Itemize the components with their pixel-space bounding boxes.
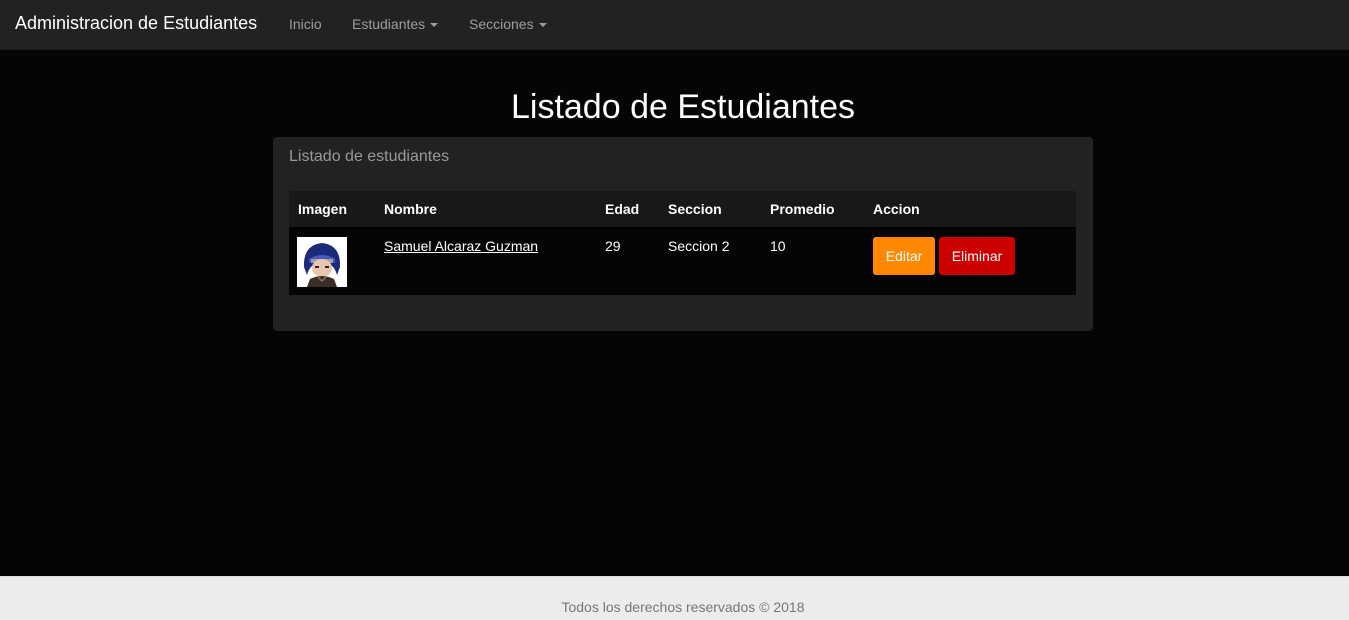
student-avatar-icon — [297, 237, 347, 287]
student-age: 29 — [605, 238, 621, 254]
column-header: Nombre — [384, 201, 437, 217]
column-header: Imagen — [298, 201, 348, 217]
caret-down-icon — [538, 23, 547, 28]
students-panel: Listado de estudiantes Imagen Nombre Eda… — [273, 137, 1093, 331]
student-section: Seccion 2 — [668, 238, 730, 254]
nav-item-label: Inicio — [289, 16, 322, 32]
edit-button[interactable]: Editar — [873, 237, 935, 275]
page-title: Listado de Estudiantes — [510, 88, 856, 126]
column-header: Promedio — [770, 201, 835, 217]
delete-button[interactable]: Eliminar — [939, 237, 1015, 275]
column-header: Accion — [873, 201, 920, 217]
column-header: Seccion — [668, 201, 722, 217]
table-header: Imagen Nombre Edad Seccion Promedio Acci… — [289, 191, 1076, 229]
table-row: Samuel Alcaraz Guzman 29 Seccion 2 10 Ed… — [289, 229, 1076, 295]
column-header: Edad — [605, 201, 640, 217]
navbar: Administracion de Estudiantes Inicio Est… — [0, 0, 1349, 50]
nav-item-inicio[interactable]: Inicio — [289, 16, 322, 32]
caret-down-icon — [430, 23, 439, 28]
nav-dropdown-estudiantes[interactable]: Estudiantes — [352, 16, 439, 32]
footer: Todos los derechos reservados © 2018 — [0, 576, 1349, 620]
brand-link[interactable]: Administracion de Estudiantes — [15, 13, 257, 34]
student-name-link[interactable]: Samuel Alcaraz Guzman — [384, 238, 538, 254]
nav-dropdown-secciones[interactable]: Secciones — [469, 16, 547, 32]
student-average: 10 — [770, 238, 786, 254]
panel-heading: Listado de estudiantes — [289, 148, 450, 165]
student-avatar-image — [297, 237, 347, 287]
footer-copyright: Todos los derechos reservados © 2018 — [561, 599, 805, 615]
nav-item-label: Secciones — [469, 16, 534, 32]
nav-item-label: Estudiantes — [352, 16, 426, 32]
students-table: Imagen Nombre Edad Seccion Promedio Acci… — [289, 191, 1076, 295]
